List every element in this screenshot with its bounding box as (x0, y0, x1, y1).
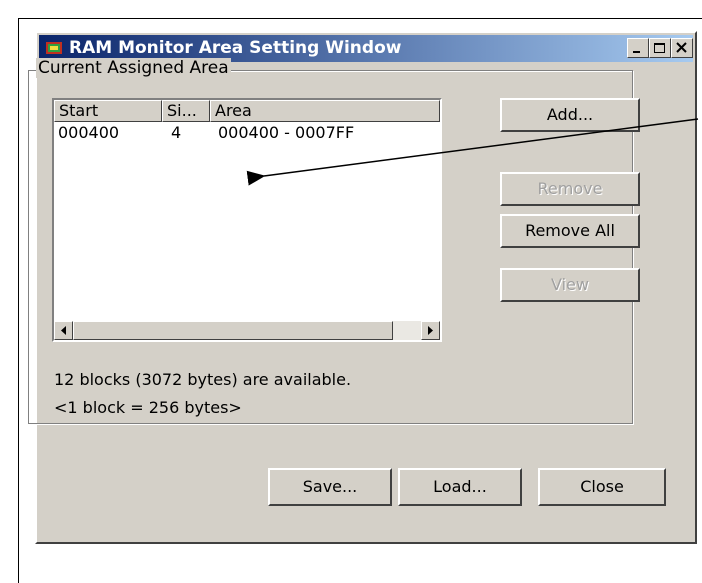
annotation-arrow (246, 118, 699, 186)
